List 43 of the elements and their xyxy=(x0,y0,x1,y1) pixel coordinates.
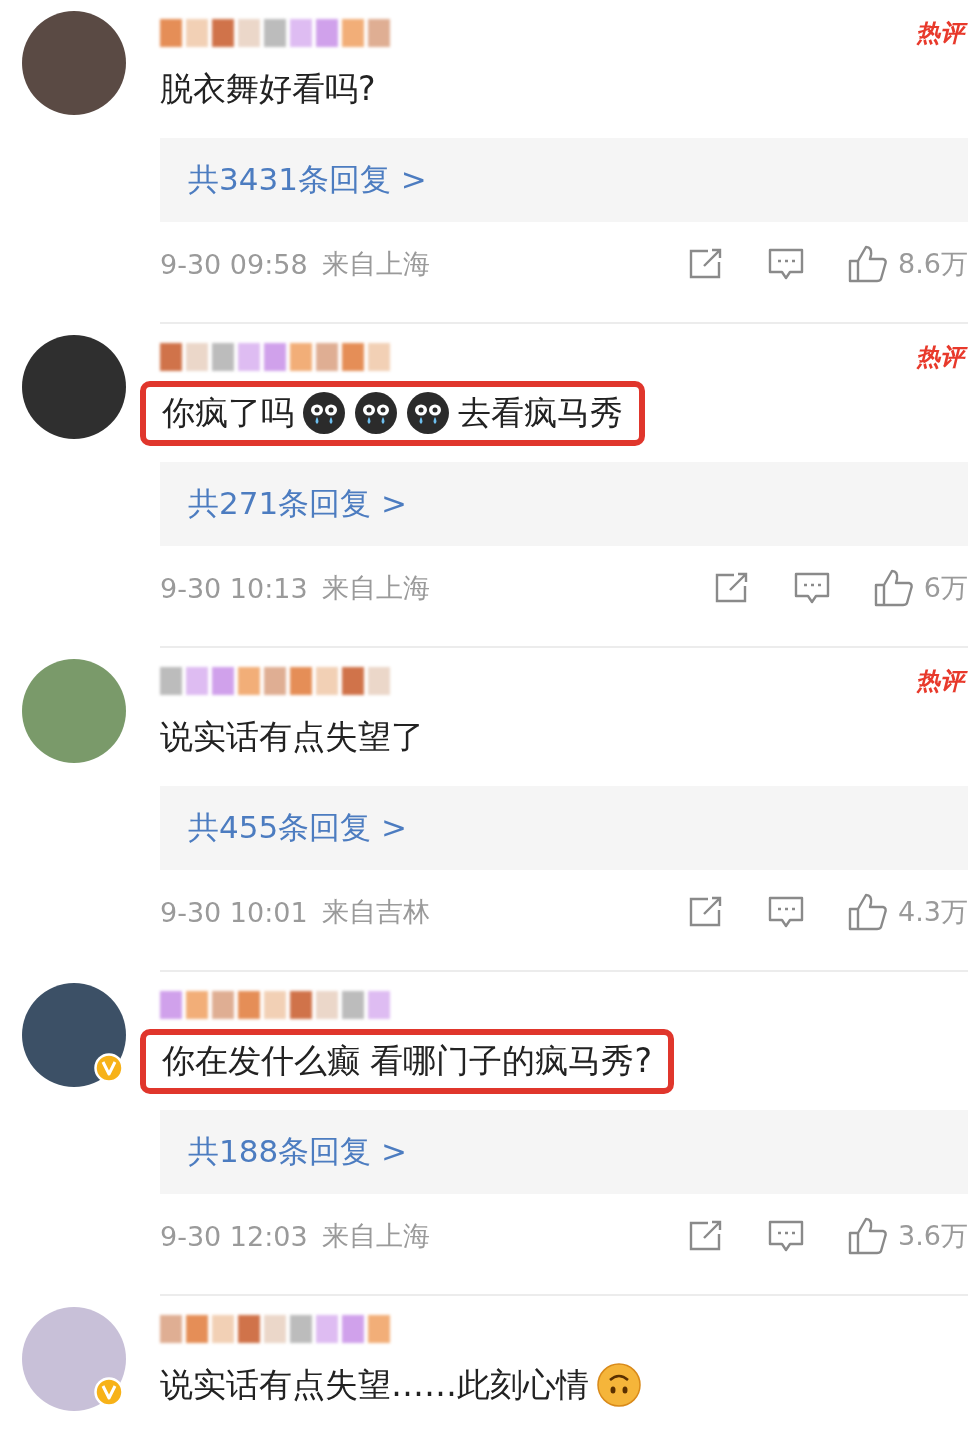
hot-comment-label: 热评 xyxy=(916,17,968,49)
comment-icon[interactable] xyxy=(768,1220,805,1252)
hot-comment-label: 热评 xyxy=(916,341,968,373)
like-count: 3.6万 xyxy=(898,1219,968,1253)
blurred-username[interactable] xyxy=(160,667,390,695)
comment-location: 来自上海 xyxy=(321,247,430,281)
blurred-username[interactable] xyxy=(160,19,390,47)
upside-down-smiley-icon xyxy=(597,1363,641,1407)
comment-location: 来自上海 xyxy=(321,571,430,605)
comment-location: 来自吉林 xyxy=(321,895,430,929)
blurred-username[interactable] xyxy=(160,1315,390,1343)
comment-text: 你疯了吗 xyxy=(162,391,294,434)
comment-timestamp: 9-30 10:01 xyxy=(160,896,308,928)
blurred-username[interactable] xyxy=(160,343,390,371)
crying-face-emoji-icon xyxy=(354,391,398,435)
view-replies-link[interactable]: 共3431条回复 > xyxy=(160,138,968,222)
comment-icon[interactable] xyxy=(793,572,830,604)
crying-face-emoji-icon xyxy=(302,391,346,435)
like-count: 4.3万 xyxy=(898,895,968,929)
comment-text: 说实话有点失望……此刻心情 xyxy=(160,1363,589,1406)
comment-timestamp: 9-30 10:13 xyxy=(160,572,308,604)
view-replies-link[interactable]: 共271条回复 > xyxy=(160,462,968,546)
thumbs-up-icon[interactable] xyxy=(848,245,889,283)
comment-text: 脱衣舞好看吗? xyxy=(160,67,376,110)
thumbs-up-icon[interactable] xyxy=(873,569,914,607)
thumbs-up-icon[interactable] xyxy=(848,893,889,931)
comment-icon[interactable] xyxy=(768,248,805,280)
blurred-username[interactable] xyxy=(160,991,390,1019)
thumbs-up-icon[interactable] xyxy=(848,1217,889,1255)
comment-location: 来自上海 xyxy=(321,1219,430,1253)
hot-comment-label: 热评 xyxy=(916,665,968,697)
view-replies-link[interactable]: 共188条回复 > xyxy=(160,1110,968,1194)
comment-icon[interactable] xyxy=(768,896,805,928)
comment-text: 说实话有点失望了 xyxy=(160,715,424,758)
like-count: 6万 xyxy=(923,571,968,605)
comment-timestamp: 9-30 09:58 xyxy=(160,248,308,280)
comment-timestamp: 9-30 12:03 xyxy=(160,1220,308,1252)
comment-text: 你在发什么癫 看哪门子的疯马秀? xyxy=(162,1039,652,1082)
crying-face-emoji-icon xyxy=(406,391,450,435)
like-count: 8.6万 xyxy=(898,247,968,281)
view-replies-link[interactable]: 共455条回复 > xyxy=(160,786,968,870)
comment-text: 去看疯马秀 xyxy=(458,391,623,434)
share-icon[interactable] xyxy=(713,572,750,604)
